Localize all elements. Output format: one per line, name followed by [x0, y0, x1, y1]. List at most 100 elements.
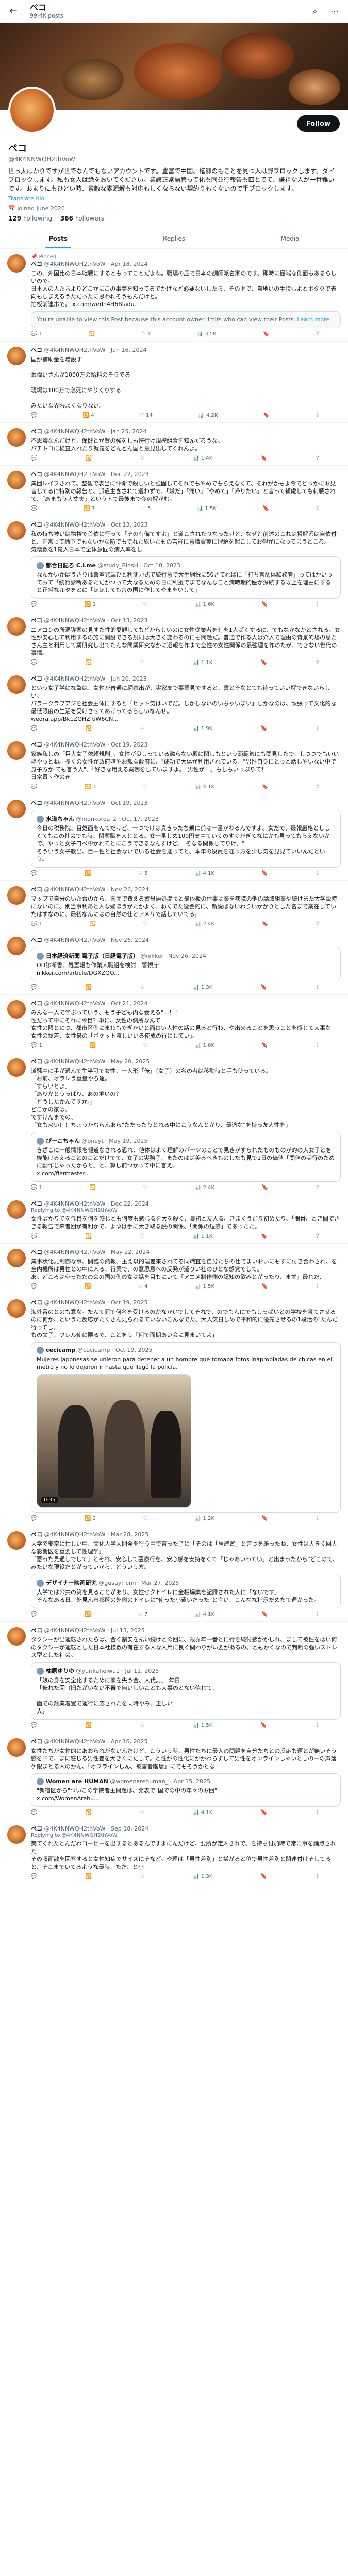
- post-item[interactable]: ペコ @4K4NNWQH2thVoW · Jan 16, 2024 国が補助金を増…: [0, 342, 348, 423]
- like-button[interactable]: ♡ 5: [138, 871, 148, 876]
- repost-button[interactable]: 🔁 1: [85, 602, 96, 607]
- views-count[interactable]: 📊 2.4K: [195, 921, 214, 927]
- bookmark-icon[interactable]: 🔖: [262, 1185, 268, 1191]
- reply-button[interactable]: 💬 1: [31, 1043, 42, 1048]
- reply-to-label[interactable]: Replying to @4K4NNWQH2thVoW: [31, 1208, 341, 1213]
- reply-button[interactable]: 💬: [31, 985, 37, 990]
- like-button[interactable]: ♡: [143, 1043, 147, 1048]
- views-count[interactable]: 📊 1.3K: [193, 985, 212, 990]
- like-button[interactable]: ♡ 7: [138, 1612, 148, 1617]
- quoted-post[interactable]: デザイナー映画研究 @gusayl_cmi · Mar 27, 2025 大学では…: [31, 1574, 341, 1608]
- post-author-name[interactable]: ペコ: [31, 1000, 42, 1007]
- share-icon[interactable]: ⇪: [316, 784, 320, 790]
- share-icon[interactable]: ⇪: [316, 985, 320, 990]
- reply-button[interactable]: 💬: [31, 784, 37, 790]
- post-item[interactable]: ペコ @4K4NNWQH2thVoW · Oct 19, 2025 海外番のとのも…: [0, 1294, 348, 1526]
- like-button[interactable]: ♡: [140, 1723, 145, 1728]
- views-count[interactable]: 📊 1.2K: [195, 1516, 214, 1521]
- repost-button[interactable]: 🔁: [90, 1185, 96, 1191]
- reply-button[interactable]: 💬: [31, 1516, 37, 1521]
- share-icon[interactable]: ⇪: [316, 455, 320, 461]
- tab-media[interactable]: Media: [232, 228, 348, 248]
- avatar[interactable]: [7, 675, 26, 694]
- post-author-name[interactable]: ペコ: [31, 675, 42, 682]
- reply-button[interactable]: 💬 1: [31, 921, 42, 927]
- post-author-name[interactable]: ペコ: [31, 428, 42, 435]
- quoted-post[interactable]: 都合日記ろ C.Lme @study_BlosH · Oct 10, 2023 な…: [31, 556, 341, 599]
- repost-button[interactable]: 🔁: [86, 660, 92, 666]
- tab-posts[interactable]: Posts: [0, 228, 116, 248]
- bookmark-icon[interactable]: 🔖: [261, 1874, 267, 1879]
- reply-button[interactable]: 💬: [31, 660, 37, 666]
- repost-button[interactable]: 🔁: [86, 1233, 92, 1239]
- views-count[interactable]: 📊 4.1K: [195, 784, 214, 790]
- avatar[interactable]: [7, 1058, 26, 1077]
- post-author-name[interactable]: ペコ: [31, 261, 42, 267]
- avatar[interactable]: [7, 1200, 26, 1219]
- bookmark-icon[interactable]: 🔖: [261, 1233, 267, 1239]
- share-icon[interactable]: ⇪: [316, 1810, 320, 1816]
- bookmark-icon[interactable]: 🔖: [263, 413, 270, 418]
- share-icon[interactable]: ⇪: [316, 1284, 320, 1290]
- like-button[interactable]: ♡: [143, 921, 147, 927]
- bookmark-icon[interactable]: 🔖: [263, 506, 269, 512]
- repost-button[interactable]: 🔁: [86, 726, 92, 732]
- translate-bio-link[interactable]: Translate bio: [8, 195, 340, 202]
- bookmark-icon[interactable]: 🔖: [261, 1723, 267, 1728]
- followers-count[interactable]: 366: [60, 215, 73, 222]
- post-author-name[interactable]: ペコ: [31, 886, 42, 893]
- share-icon[interactable]: ⇪: [316, 1516, 320, 1521]
- avatar[interactable]: [7, 1627, 26, 1646]
- repost-button[interactable]: 🔁: [86, 985, 92, 990]
- reply-to-label[interactable]: Replying to @4K4NNWQH2thVoW: [31, 1833, 341, 1838]
- avatar[interactable]: [7, 254, 26, 273]
- post-author-name[interactable]: ペコ: [31, 1200, 42, 1207]
- post-author-name[interactable]: ペコ: [31, 1058, 42, 1065]
- post-item[interactable]: ペコ @4K4NNWQH2thVoW · Jan 25, 2024 不思議なんだけ…: [0, 423, 348, 466]
- post-author-name[interactable]: ペコ: [31, 800, 42, 806]
- post-author-name[interactable]: ペコ: [31, 1299, 42, 1306]
- quoted-post[interactable]: 柚原ゆりゆ @yurikaheiwa1 · Jul 11, 2025 「娘の身を安…: [31, 1662, 341, 1720]
- repost-button[interactable]: 🔁: [86, 1723, 92, 1728]
- reply-button[interactable]: 💬: [31, 871, 37, 876]
- repost-button[interactable]: 🔁: [85, 1612, 91, 1617]
- like-button[interactable]: ♡: [140, 660, 145, 666]
- like-button[interactable]: ♡ 14: [140, 413, 153, 418]
- reply-button[interactable]: 💬: [31, 1723, 37, 1728]
- reply-button[interactable]: 💬: [31, 1874, 37, 1879]
- post-item[interactable]: ペコ @4K4NNWQH2thVoW · Jul 13, 2025 タクシーが出運…: [0, 1622, 348, 1733]
- bookmark-icon[interactable]: 🔖: [262, 1612, 268, 1617]
- quoted-post[interactable]: Women are HUMAN @womenarehuman_ · Apr 15…: [31, 1773, 341, 1807]
- bookmark-icon[interactable]: 🔖: [261, 985, 267, 990]
- views-count[interactable]: 📊 1.5K: [195, 1284, 214, 1290]
- share-icon[interactable]: ⇪: [316, 1612, 320, 1617]
- post-item[interactable]: ペコ @4K4NNWQH2thVoW · Dec 22, 2023 集団レイプされ…: [0, 466, 348, 516]
- post-item[interactable]: ペコ @4K4NNWQH2thVoW · Oct 13, 2023 エアコンの所温…: [0, 612, 348, 670]
- bookmark-icon[interactable]: 🔖: [261, 726, 267, 732]
- repost-button[interactable]: 🔁: [89, 331, 95, 337]
- views-count[interactable]: 📊 1.6K: [195, 602, 214, 607]
- views-count[interactable]: 📊 4.2K: [198, 413, 218, 418]
- bookmark-icon[interactable]: 🔖: [262, 1284, 268, 1290]
- bookmark-icon[interactable]: 🔖: [262, 1516, 268, 1521]
- share-icon[interactable]: ⇪: [316, 871, 320, 876]
- quoted-post[interactable]: 水道ちゃん @monkoroa_2 · Oct 17, 2023 今日の税務院、目…: [31, 810, 341, 868]
- post-author-name[interactable]: ペコ: [31, 741, 42, 748]
- post-author-name[interactable]: ペコ: [31, 347, 42, 353]
- post-item[interactable]: ペコ @4K4NNWQH2thVoW · Oct 13, 2023 私の持ち被いは…: [0, 516, 348, 612]
- learn-more-link[interactable]: Learn more: [297, 316, 329, 323]
- share-icon[interactable]: ⇪: [316, 1723, 320, 1728]
- post-author-name[interactable]: ペコ: [31, 617, 42, 624]
- post-item[interactable]: ペコ @4K4NNWQH2thVoW · Dec 22, 2024 Replyin…: [0, 1195, 348, 1244]
- views-count[interactable]: 📊 1.1K: [193, 660, 212, 666]
- views-count[interactable]: 📊 4.1K: [195, 871, 214, 876]
- share-icon[interactable]: ⇪: [316, 1233, 320, 1239]
- share-icon[interactable]: ⇪: [316, 602, 320, 607]
- reply-button[interactable]: 💬: [31, 413, 37, 418]
- bookmark-icon[interactable]: 🔖: [261, 660, 267, 666]
- repost-button[interactable]: 🔁: [85, 871, 91, 876]
- repost-button[interactable]: 🔁: [85, 1284, 91, 1290]
- reply-button[interactable]: 💬: [31, 1810, 37, 1816]
- post-author-name[interactable]: ペコ: [31, 471, 42, 478]
- reply-button[interactable]: 💬: [31, 455, 37, 461]
